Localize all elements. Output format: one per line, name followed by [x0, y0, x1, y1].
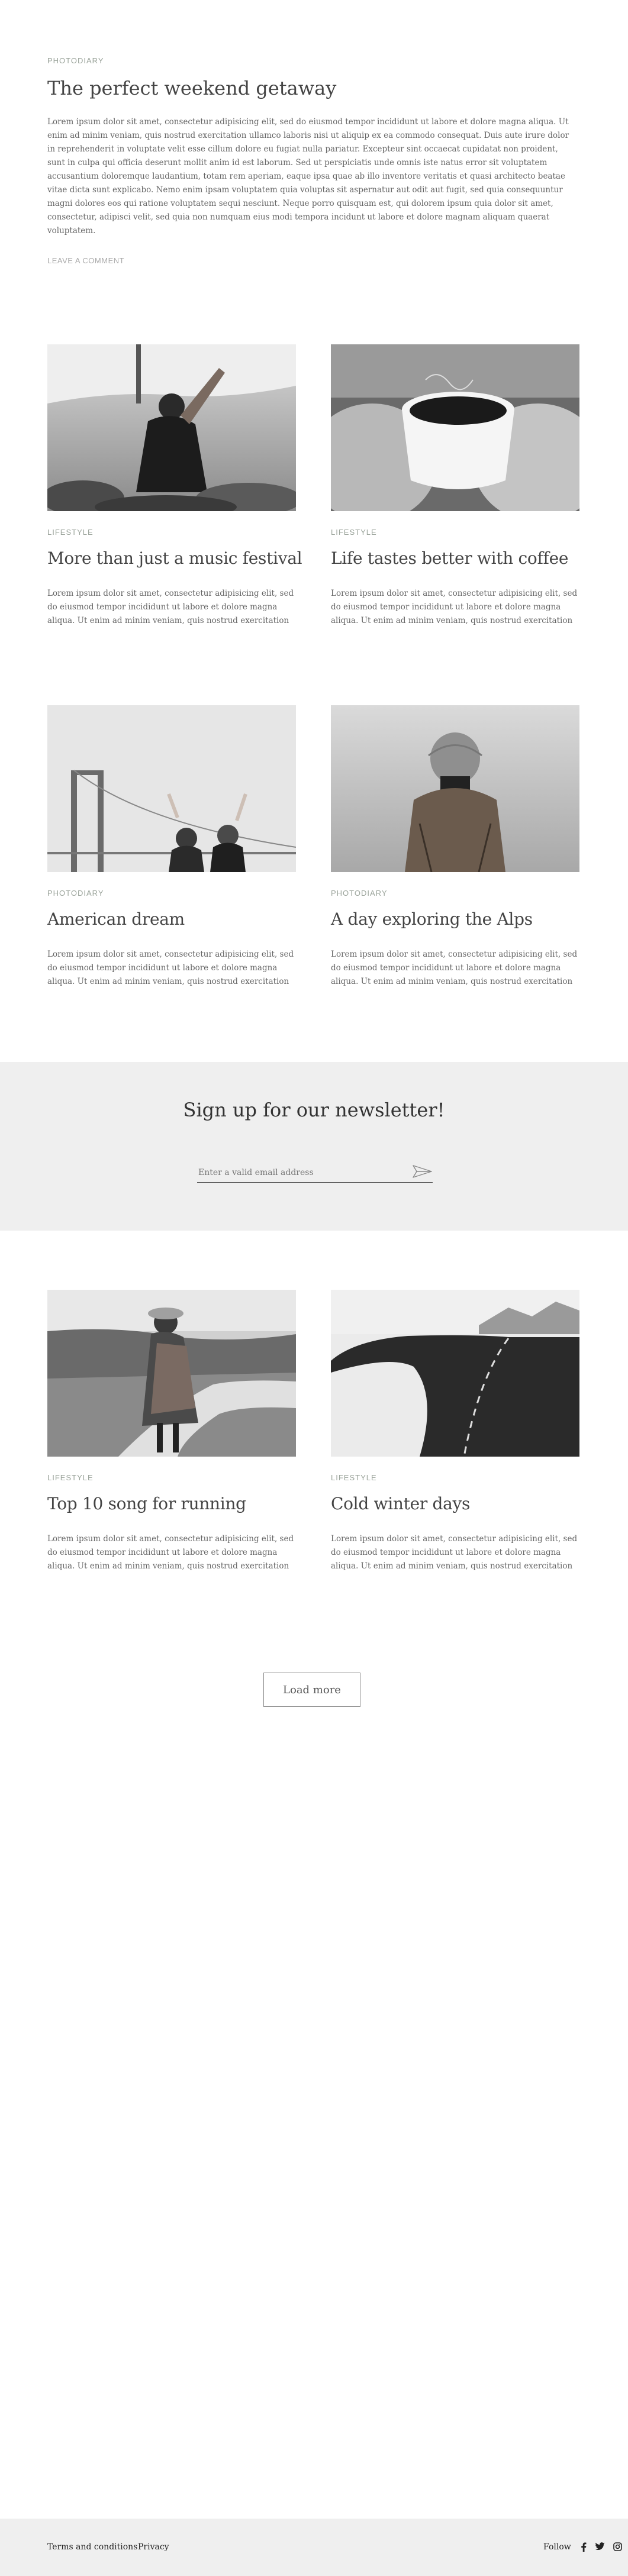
post-card: Lifestyle Life tastes better with coffee… [331, 344, 579, 625]
post-excerpt: Lorem ipsum dolor sit amet, consectetur … [331, 950, 578, 986]
post-image[interactable] [331, 344, 579, 511]
post-image[interactable] [47, 705, 296, 872]
post-category[interactable]: Photodiary [331, 889, 387, 898]
post-title[interactable]: Cold winter days [331, 1494, 470, 1513]
send-icon[interactable] [413, 1164, 433, 1179]
post-category[interactable]: Lifestyle [331, 528, 377, 537]
post-title[interactable]: American dream [47, 909, 185, 929]
post-excerpt: Lorem ipsum dolor sit amet, consectetur … [47, 1534, 294, 1571]
post-title[interactable]: A day exploring the Alps [331, 909, 533, 929]
post-title[interactable]: Top 10 song for running [47, 1494, 246, 1513]
post-category[interactable]: Photodiary [47, 889, 104, 898]
post-category[interactable]: Lifestyle [47, 1473, 94, 1482]
post-card: Photodiary A day exploring the Alps Lore… [331, 705, 579, 986]
post-category[interactable]: Lifestyle [47, 528, 94, 537]
facebook-icon[interactable] [581, 2542, 587, 2552]
post-excerpt: Lorem ipsum dolor sit amet, consectetur … [47, 950, 294, 986]
post-image[interactable] [47, 1290, 296, 1457]
instagram-icon[interactable] [613, 2542, 622, 2551]
post-card: Lifestyle More than just a music festiva… [47, 344, 302, 625]
post-excerpt: Lorem ipsum dolor sit amet, consectetur … [331, 1534, 578, 1571]
post-card: Lifestyle Cold winter days Lorem ipsum d… [331, 1290, 579, 1571]
post-card: Lifestyle Top 10 song for running Lorem … [47, 1290, 296, 1571]
twitter-icon[interactable] [595, 2542, 605, 2551]
load-more-button[interactable]: Load more [263, 1673, 360, 1707]
email-input[interactable] [197, 1163, 433, 1183]
newsletter-title: Sign up for our newsletter! [183, 1099, 445, 1121]
leave-comment-link[interactable]: Leave a comment [47, 256, 124, 265]
featured-text: Lorem ipsum dolor sit amet, consectetur … [47, 117, 569, 235]
terms-link[interactable]: Terms and conditions [47, 2542, 137, 2552]
follow-label: Follow [543, 2542, 571, 2552]
post-title[interactable]: More than just a music festival [47, 548, 302, 568]
post-title[interactable]: Life tastes better with coffee [331, 548, 568, 568]
post-excerpt: Lorem ipsum dolor sit amet, consectetur … [47, 589, 294, 625]
post-category[interactable]: Lifestyle [331, 1473, 377, 1482]
privacy-link[interactable]: Privacy [138, 2542, 169, 2552]
featured-category[interactable]: Photodiary [47, 56, 104, 65]
post-card: Photodiary American dream Lorem ipsum do… [47, 705, 296, 986]
post-image[interactable] [47, 344, 296, 511]
newsletter-section: Sign up for our newsletter! [0, 1062, 628, 1231]
post-image[interactable] [331, 705, 579, 872]
post-image[interactable] [331, 1290, 579, 1457]
featured-title[interactable]: The perfect weekend getaway [47, 77, 336, 99]
post-excerpt: Lorem ipsum dolor sit amet, consectetur … [331, 589, 578, 625]
footer: Terms and conditions Privacy Follow [0, 2519, 628, 2576]
